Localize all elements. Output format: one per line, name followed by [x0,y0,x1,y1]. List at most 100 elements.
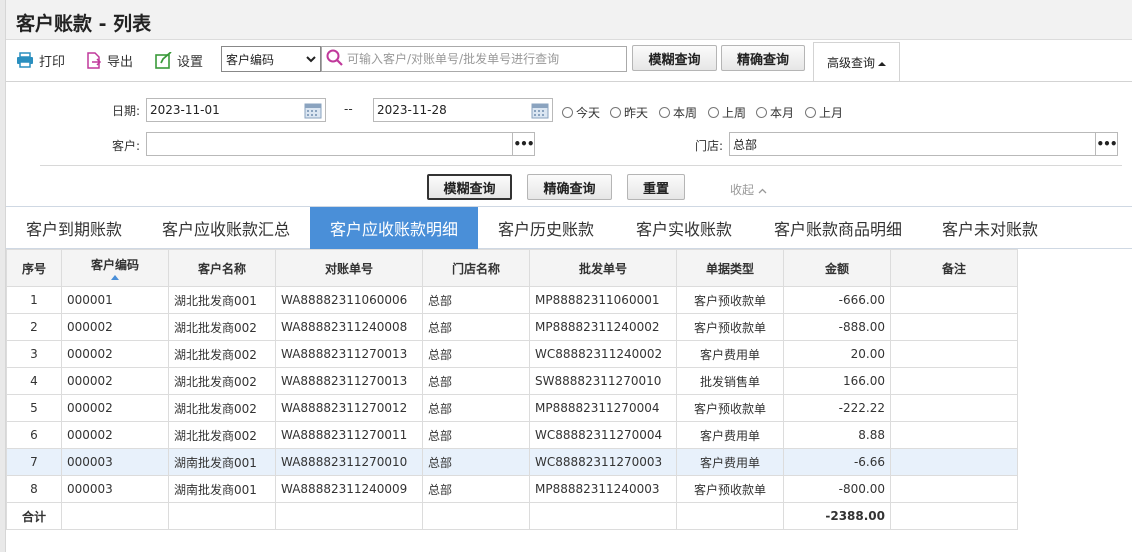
radio-today[interactable]: 今天 [562,104,600,121]
advanced-filter-panel: 日期: 2023-11-01 -- 2023-11-28 今天 昨天 本周 上周… [6,81,1132,206]
customer-code-cell: 000002 [61,421,169,449]
tab-unreconciled-accounts[interactable]: 客户未对账款 [926,207,1054,249]
amount-cell: 166.00 [783,367,891,395]
doc-type-cell: 客户预收款单 [676,394,784,422]
search-input[interactable] [347,52,617,66]
table-row[interactable]: 8 000003 湖南批发商001 WA88882311240009 总部 MP88882… [6,475,1018,503]
search-field-selected: 客户编码 [226,52,275,67]
remark-cell [890,394,1018,422]
col-header-statement-no[interactable]: 对账单号 [275,249,423,287]
customer-input[interactable]: ••• [146,132,535,156]
wholesale-no-link[interactable]: MP88882311240003 [529,475,677,503]
advanced-search-tab[interactable]: 高级查询 [813,42,900,82]
tab-history-accounts[interactable]: 客户历史账款 [482,207,610,249]
statement-no-link[interactable]: WA88882311240009 [275,475,423,503]
remark-cell [890,286,1018,314]
table-row[interactable]: 4 000002 湖北批发商002 WA88882311270013 总部 SW88882… [6,367,1018,395]
row-number-cell: 4 [6,367,62,395]
wholesale-no-link[interactable]: SW88882311270010 [529,367,677,395]
store-label: 门店: [695,139,724,153]
wholesale-no-link[interactable]: MP88882311240002 [529,313,677,341]
radio-last-week[interactable]: 上周 [708,104,746,121]
wholesale-no-link[interactable]: WC88882311240002 [529,340,677,368]
wholesale-no-link[interactable]: WC88882311270004 [529,421,677,449]
settings-label: 设置 [177,54,204,70]
row-number-cell: 6 [6,421,62,449]
tab-received-accounts[interactable]: 客户实收账款 [620,207,748,249]
remark-cell [890,475,1018,503]
col-header-store-name[interactable]: 门店名称 [422,249,530,287]
reset-button[interactable]: 重置 [627,174,685,200]
wholesale-no-link[interactable]: WC88882311270003 [529,448,677,476]
store-picker-ellipsis-icon[interactable]: ••• [1095,132,1118,156]
table-total-row: 合计 -2388.00 [6,502,1018,530]
store-name-cell: 总部 [422,448,530,476]
printer-icon [16,52,34,68]
remark-cell [890,421,1018,449]
print-button[interactable]: 打印 [16,50,65,70]
export-button[interactable]: 导出 [86,50,133,70]
toolbar: 打印 导出 设置 客户编码 模糊查询 精确查询 高级查询 [6,40,1132,82]
statement-no-link[interactable]: WA88882311270011 [275,421,423,449]
chevron-down-icon [306,52,316,66]
customer-name-cell: 湖北批发商001 [168,286,276,314]
exact-search-button[interactable]: 精确查询 [721,45,805,71]
statement-no-link[interactable]: WA88882311240008 [275,313,423,341]
table-row[interactable]: 7 000003 湖南批发商001 WA88882311270010 总部 WC88882… [6,448,1018,476]
tab-due-accounts[interactable]: 客户到期账款 [12,207,136,249]
table-row[interactable]: 1 000001 湖北批发商001 WA88882311060006 总部 MP88882… [6,286,1018,314]
tab-account-product-detail[interactable]: 客户账款商品明细 [758,207,918,249]
statement-no-link[interactable]: WA88882311270010 [275,448,423,476]
store-input[interactable]: 总部 ••• [729,132,1118,156]
radio-yesterday[interactable]: 昨天 [610,104,648,121]
col-header-customer-code[interactable]: 客户编码 [61,249,169,287]
col-header-wholesale-no[interactable]: 批发单号 [529,249,677,287]
calendar-icon[interactable] [304,102,322,122]
col-header-no[interactable]: 序号 [6,249,62,287]
date-to-input[interactable]: 2023-11-28 [373,98,553,122]
store-name-cell: 总部 [422,340,530,368]
customer-label: 客户: [112,139,141,153]
amount-cell: 20.00 [783,340,891,368]
tab-receivable-detail[interactable]: 客户应收账款明细 [310,207,478,249]
report-tabs: 客户到期账款 客户应收账款汇总 客户应收账款明细 客户历史账款 客户实收账款 客… [6,206,1132,249]
store-name-cell: 总部 [422,313,530,341]
table-header-row: 序号 客户编码 客户名称 对账单号 门店名称 批发单号 单据类型 金额 备注 [6,249,1018,287]
doc-type-cell: 客户预收款单 [676,475,784,503]
col-header-doc-type[interactable]: 单据类型 [676,249,784,287]
radio-this-month[interactable]: 本月 [756,104,794,121]
radio-this-week[interactable]: 本周 [659,104,697,121]
statement-no-link[interactable]: WA88882311060006 [275,286,423,314]
customer-picker-ellipsis-icon[interactable]: ••• [512,132,535,156]
date-from-input[interactable]: 2023-11-01 [146,98,326,122]
search-field-select[interactable]: 客户编码 [221,46,321,72]
table-row[interactable]: 2 000002 湖北批发商002 WA88882311240008 总部 MP88882… [6,313,1018,341]
statement-no-link[interactable]: WA88882311270013 [275,340,423,368]
wholesale-no-link[interactable]: MP88882311270004 [529,394,677,422]
filter-exact-search-button[interactable]: 精确查询 [527,174,612,200]
calendar-icon[interactable] [531,102,549,122]
table-row[interactable]: 6 000002 湖北批发商002 WA88882311270011 总部 WC88882… [6,421,1018,449]
collapse-toggle[interactable]: 收起 [730,181,767,198]
statement-no-link[interactable]: WA88882311270012 [275,394,423,422]
radio-last-month[interactable]: 上月 [805,104,843,121]
row-number-cell: 7 [6,448,62,476]
col-header-customer-name[interactable]: 客户名称 [168,249,276,287]
customer-code-cell: 000003 [61,475,169,503]
doc-type-cell: 客户预收款单 [676,313,784,341]
total-label: 合计 [6,502,62,530]
tab-receivable-summary[interactable]: 客户应收账款汇总 [148,207,304,249]
store-name-cell: 总部 [422,367,530,395]
col-header-remark[interactable]: 备注 [890,249,1018,287]
col-header-amount[interactable]: 金额 [783,249,891,287]
fuzzy-search-button[interactable]: 模糊查询 [632,45,717,71]
filter-fuzzy-search-button[interactable]: 模糊查询 [427,174,512,200]
table-row[interactable]: 5 000002 湖北批发商002 WA88882311270012 总部 MP88882… [6,394,1018,422]
statement-no-link[interactable]: WA88882311270013 [275,367,423,395]
doc-type-cell: 客户费用单 [676,340,784,368]
doc-type-cell: 批发销售单 [676,367,784,395]
settings-button[interactable]: 设置 [155,50,203,70]
wholesale-no-link[interactable]: MP88882311060001 [529,286,677,314]
filter-divider [40,165,1122,166]
table-row[interactable]: 3 000002 湖北批发商002 WA88882311270013 总部 WC88882… [6,340,1018,368]
